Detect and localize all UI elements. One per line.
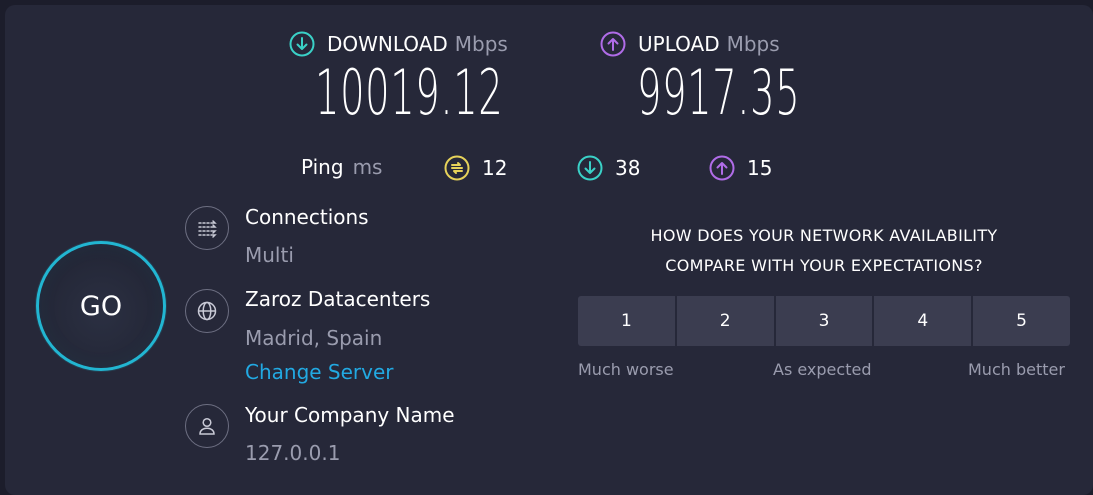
download-arrow-icon bbox=[577, 155, 603, 181]
provider-title: Your Company Name bbox=[245, 403, 455, 427]
ping-label: Ping bbox=[301, 155, 344, 179]
upload-label: UPLOAD bbox=[638, 32, 720, 56]
ping-download: 38 bbox=[577, 155, 640, 181]
change-server-link[interactable]: Change Server bbox=[245, 360, 394, 384]
ping-unit: ms bbox=[352, 155, 383, 179]
provider-ip: 127.0.0.1 bbox=[245, 441, 341, 465]
download-header: DOWNLOAD Mbps bbox=[289, 31, 508, 57]
rating-button-3[interactable]: 3 bbox=[775, 296, 875, 346]
server-title: Zaroz Datacenters bbox=[245, 287, 431, 311]
upload-header: UPLOAD Mbps bbox=[600, 31, 780, 57]
upload-arrow-icon bbox=[709, 155, 735, 181]
ping-idle-value: 12 bbox=[482, 156, 508, 180]
rating-button-5[interactable]: 5 bbox=[973, 296, 1070, 346]
go-button[interactable]: GO bbox=[36, 241, 166, 371]
globe-icon bbox=[185, 289, 229, 333]
jitter-icon bbox=[444, 155, 470, 181]
speedtest-panel: DOWNLOAD Mbps 10019.12 UPLOAD Mbps 9917.… bbox=[5, 5, 1093, 495]
server-location: Madrid, Spain bbox=[245, 326, 383, 350]
go-button-label: GO bbox=[79, 290, 123, 322]
rating-button-4[interactable]: 4 bbox=[874, 296, 974, 346]
download-label: DOWNLOAD bbox=[327, 32, 448, 56]
rating-button-2[interactable]: 2 bbox=[676, 296, 776, 346]
scale-label-mid: As expected bbox=[773, 360, 872, 379]
upload-value: 9917.35 bbox=[637, 56, 801, 129]
download-arrow-icon bbox=[289, 31, 315, 57]
ping-label-group: Ping ms bbox=[301, 155, 382, 179]
upload-unit: Mbps bbox=[726, 32, 780, 56]
survey-question-line1: HOW DOES YOUR NETWORK AVAILABILITY bbox=[650, 226, 998, 245]
ping-download-value: 38 bbox=[615, 156, 641, 180]
connections-value: Multi bbox=[245, 243, 294, 267]
download-value: 10019.12 bbox=[315, 56, 504, 129]
ping-idle: 12 bbox=[444, 155, 507, 181]
upload-arrow-icon bbox=[600, 31, 626, 57]
survey-question-line2: COMPARE WITH YOUR EXPECTATIONS? bbox=[665, 256, 983, 275]
ping-upload-value: 15 bbox=[747, 156, 773, 180]
connections-icon bbox=[185, 206, 229, 250]
survey-question: HOW DOES YOUR NETWORK AVAILABILITY COMPA… bbox=[578, 221, 1070, 281]
ping-upload: 15 bbox=[709, 155, 772, 181]
scale-label-low: Much worse bbox=[578, 360, 674, 379]
user-icon bbox=[185, 404, 229, 448]
scale-label-high: Much better bbox=[968, 360, 1065, 379]
rating-button-1[interactable]: 1 bbox=[578, 296, 677, 346]
rating-scale: 1 2 3 4 5 bbox=[578, 296, 1070, 346]
download-unit: Mbps bbox=[454, 32, 508, 56]
connections-title: Connections bbox=[245, 205, 369, 229]
